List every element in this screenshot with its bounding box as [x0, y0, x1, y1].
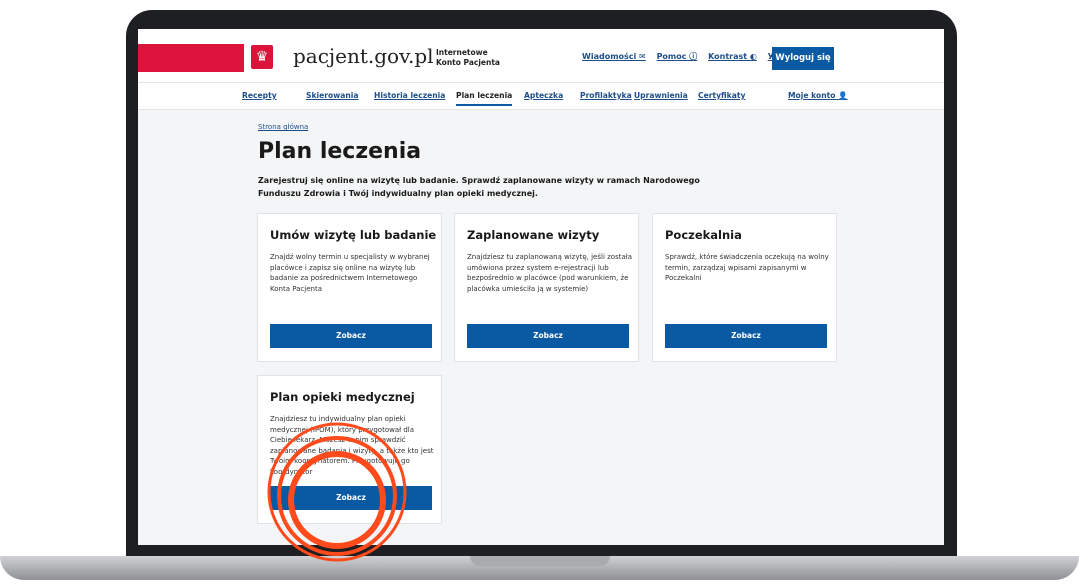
contrast-link[interactable]: Kontrast ◐	[708, 52, 757, 61]
eagle-emblem-icon: ♛	[251, 45, 273, 69]
zobacz-button[interactable]: Zobacz	[270, 324, 432, 348]
nav-item-moje-konto[interactable]: Moje konto 👤	[788, 91, 848, 100]
zobacz-button[interactable]: Zobacz	[665, 324, 827, 348]
nav-item-skierowania[interactable]: Skierowania	[306, 91, 359, 100]
breadcrumb[interactable]: Strona główna	[258, 123, 308, 131]
logout-button[interactable]: Wyloguj się	[772, 47, 834, 70]
card-text: Znajdziesz tu zaplanowaną wizytę, jeśli …	[467, 253, 633, 293]
nav-item-historia[interactable]: Historia leczenia	[374, 91, 445, 100]
card-title: Zaplanowane wizyty	[467, 228, 600, 242]
nav-item-certyfikaty[interactable]: Certyfikaty	[698, 91, 745, 100]
click-highlight-rings	[267, 422, 407, 562]
card-title: Plan opieki medycznej	[270, 390, 415, 404]
zobacz-button[interactable]: Zobacz	[467, 324, 629, 348]
page-title: Plan leczenia	[258, 139, 422, 164]
nav-item-recepty[interactable]: Recepty	[242, 91, 277, 100]
card-text: Sprawdź, które świadczenia oczekują na w…	[665, 253, 829, 282]
browser-screen: ♛ pacjent.gov.pl Internetowe Konto Pacje…	[138, 29, 944, 545]
card-text: Znajdź wolny termin u specjalisty w wybr…	[270, 253, 430, 293]
laptop-notch	[470, 556, 610, 566]
site-logo-subtitle: Internetowe Konto Pacjenta	[436, 48, 500, 67]
site-logo[interactable]: pacjent.gov.pl	[293, 44, 434, 68]
page-lead: Zarejestruj się online na wizytę lub bad…	[258, 176, 700, 198]
messages-link[interactable]: Wiadomości ✉	[582, 52, 646, 61]
card-umow-wizyte: Umów wizytę lub badanie Znajdź wolny ter…	[257, 213, 442, 362]
card-zaplanowane-wizyty: Zaplanowane wizyty Znajdziesz tu zaplano…	[454, 213, 639, 362]
card-poczekalnia: Poczekalnia Sprawdź, które świadczenia o…	[652, 213, 837, 362]
nav-item-plan-leczenia[interactable]: Plan leczenia	[456, 91, 513, 106]
header-links: Wiadomości ✉ Pomoc ⓘ Kontrast ◐ УК	[582, 51, 788, 62]
site-header: ♛ pacjent.gov.pl Internetowe Konto Pacje…	[138, 29, 944, 83]
card-title: Poczekalnia	[665, 228, 742, 242]
main-nav: Recepty Skierowania Historia leczenia Pl…	[138, 83, 944, 110]
nav-item-profilaktyka[interactable]: Profilaktyka	[580, 91, 632, 100]
nav-item-uprawnienia[interactable]: Uprawnienia	[634, 91, 688, 100]
nav-item-apteczka[interactable]: Apteczka	[524, 91, 563, 100]
help-link[interactable]: Pomoc ⓘ	[657, 52, 698, 61]
highlight-ring-inner	[288, 451, 386, 549]
brand-strip	[138, 44, 244, 72]
card-title: Umów wizytę lub badanie	[270, 228, 437, 242]
